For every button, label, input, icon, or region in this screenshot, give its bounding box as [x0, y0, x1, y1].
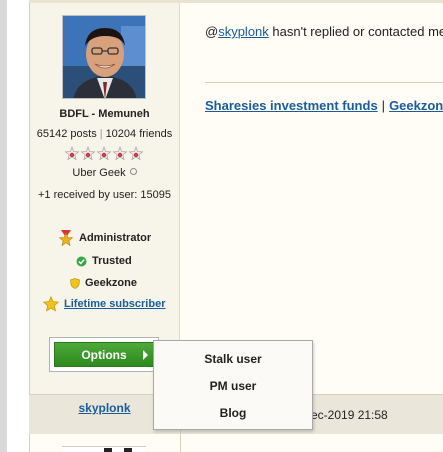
rating-stars-icon [64, 146, 144, 161]
rating-star-icon [128, 146, 144, 161]
shield-icon [70, 277, 80, 289]
rating-stars [64, 146, 144, 162]
avatar-edge-icon [104, 448, 112, 452]
next-post-username-link[interactable]: skyplonk [78, 401, 130, 415]
rank-label: Uber Geek [72, 167, 126, 179]
next-post-date: ec-2019 21:58 [311, 408, 388, 422]
mention-prefix: @ [205, 24, 219, 39]
gold-star-icon [43, 296, 59, 312]
options-button-label: Options [81, 347, 127, 362]
post-signature: Sharesies investment funds|Geekzone [205, 98, 443, 113]
signature-divider [205, 82, 443, 83]
post-message: @skyplonk hasn't replied or contacted me [205, 24, 443, 39]
badge-lifetime-subscriber: Lifetime subscriber [43, 296, 165, 312]
check-circle-icon [76, 256, 87, 266]
rating-star-icon [112, 146, 128, 161]
user-avatar[interactable] [62, 15, 146, 99]
user-stats: 65142 posts | 10204 friends [29, 128, 180, 140]
rating-star-icon [96, 146, 112, 161]
signature-separator: | [381, 98, 386, 113]
lifetime-subscriber-link[interactable]: Lifetime subscriber [64, 298, 165, 310]
badge-trusted-label: Trusted [92, 255, 132, 267]
message-text: hasn't replied or contacted me [268, 24, 443, 39]
options-dropdown-menu: Stalk user PM user Blog [153, 340, 313, 430]
options-button[interactable]: Options [54, 342, 154, 367]
page-gap [7, 0, 29, 452]
page-left-gutter [0, 0, 7, 452]
signature-link-sharesies[interactable]: Sharesies investment funds [205, 98, 378, 113]
rank-circle-icon [129, 168, 137, 175]
badge-trusted: Trusted [76, 255, 132, 267]
badge-geekzone-label: Geekzone [85, 277, 137, 289]
next-post-avatar[interactable] [62, 446, 146, 452]
post-count[interactable]: 65142 posts [37, 128, 97, 140]
chevron-right-icon [143, 350, 148, 360]
menu-item-pm-user[interactable]: PM user [154, 379, 312, 393]
user-rank: Uber Geek [29, 167, 180, 179]
friend-count[interactable]: 10204 friends [106, 128, 173, 140]
signature-link-geekzone[interactable]: Geekzone [389, 98, 443, 113]
post-top-border [29, 0, 443, 3]
rating-star-icon [64, 146, 80, 161]
badge-geekzone: Geekzone [70, 277, 137, 289]
avatar-edge-icon [124, 448, 132, 452]
menu-item-stalk-user[interactable]: Stalk user [154, 352, 312, 366]
rating-star-icon [80, 146, 96, 161]
mention-link[interactable]: skyplonk [218, 24, 269, 39]
received-count: +1 received by user: 15095 [37, 189, 171, 201]
admin-medal-icon [58, 230, 74, 246]
user-display-name: BDFL - Memuneh [59, 108, 150, 120]
menu-item-blog[interactable]: Blog [154, 406, 312, 420]
stats-separator: | [99, 128, 103, 140]
avatar-portrait-icon [63, 16, 145, 98]
badge-administrator-label: Administrator [79, 232, 152, 244]
badge-administrator: Administrator [58, 230, 151, 246]
